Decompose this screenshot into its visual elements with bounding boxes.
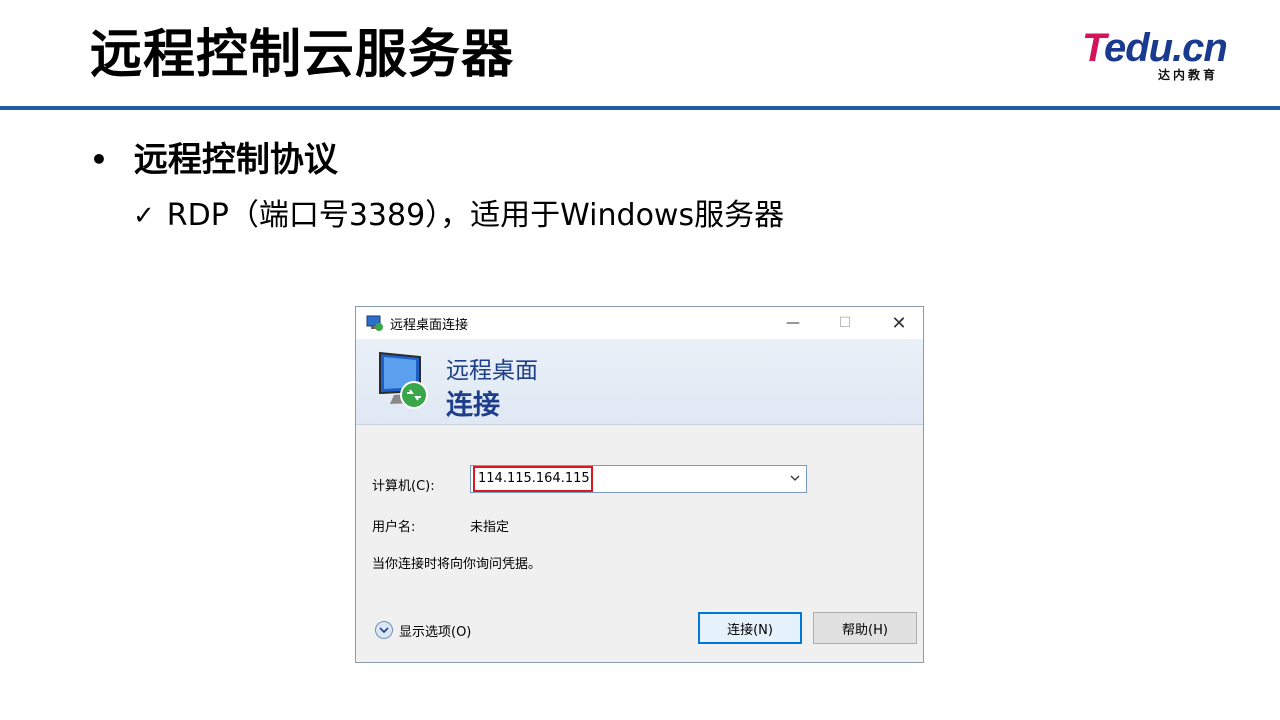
sub-bullet-item: ✓ RDP（端口号3389），适用于Windows服务器 [133,196,784,236]
username-value: 未指定 [470,520,510,535]
logo-wordmark: Tedu.cn [1082,26,1228,70]
maximize-button[interactable]: ☐ [822,309,868,337]
close-button[interactable]: ✕ [876,309,922,337]
computer-combobox[interactable]: 114.115.164.115 [470,465,807,493]
dialog-titlebar[interactable]: 远程桌面连接 — ☐ ✕ [356,307,923,339]
computer-label: 计算机(C): [372,479,435,494]
connect-button[interactable]: 连接(N) [698,612,802,644]
username-label: 用户名: [372,520,416,535]
remote-desktop-dialog: 远程桌面连接 — ☐ ✕ 远程桌面 连接 计算机(C): 114.115.164… [355,306,924,663]
sub-bullet-text: RDP（端口号3389），适用于Windows服务器 [166,198,785,233]
credentials-hint: 当你连接时将向你询问凭据。 [372,557,542,572]
expand-circle-icon[interactable] [374,620,394,640]
tedu-logo: Tedu.cn 达内教育 [1082,28,1242,84]
logo-subtitle: 达内教育 [1158,68,1219,82]
monitor-connect-icon [379,351,428,409]
minimize-button[interactable]: — [770,309,816,337]
bullet-dot-icon: • [90,143,108,176]
chevron-down-icon[interactable] [788,471,802,485]
bullet-item: • 远程控制协议 [90,138,338,182]
remote-desktop-icon [366,315,383,331]
computer-input[interactable]: 114.115.164.115 [473,466,593,492]
help-button[interactable]: 帮助(H) [813,612,917,644]
banner-title: 远程桌面 [446,358,538,384]
show-options-toggle[interactable]: 显示选项(O) [374,620,471,640]
window-title: 远程桌面连接 [390,318,469,333]
title-divider [0,106,1280,110]
banner-subtitle: 连接 [446,390,500,421]
checkmark-icon: ✓ [133,201,155,231]
bullet-text: 远程控制协议 [133,140,338,180]
show-options-label[interactable]: 显示选项(O) [399,621,471,640]
slide-title: 远程控制云服务器 [90,25,515,85]
dialog-banner: 远程桌面 连接 [356,339,923,425]
